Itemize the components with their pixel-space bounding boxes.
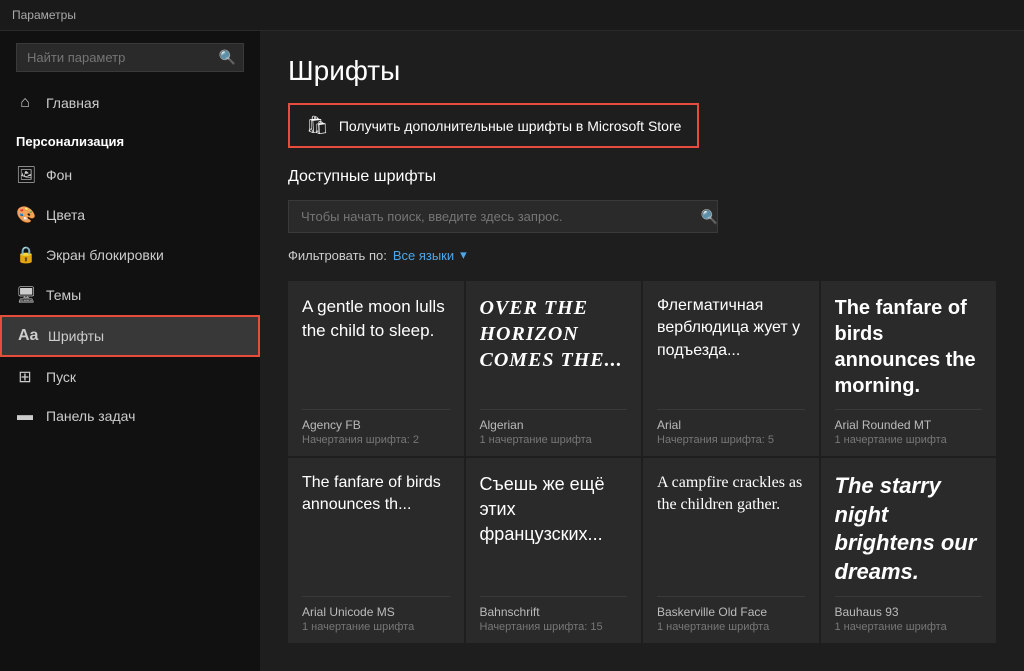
font-variants-arial: Начертания шрифта: 5	[657, 434, 805, 446]
font-meta-algerian: Algerian 1 начертание шрифта	[480, 409, 628, 446]
font-card-algerian[interactable]: OVER THE HORIZON COMES THE... Algerian 1…	[466, 281, 642, 456]
store-icon: 🛍	[306, 115, 329, 136]
font-preview-arial: Флегматичная верблюдица жует у подъезда.…	[657, 295, 805, 399]
store-button-label: Получить дополнительные шрифты в Microso…	[339, 118, 682, 134]
sidebar-search-area: 🔍	[0, 31, 260, 84]
font-variants-agency-fb: Начертания шрифта: 2	[302, 434, 450, 446]
font-variants-algerian: 1 начертание шрифта	[480, 434, 628, 446]
font-name-baskerville: Baskerville Old Face	[657, 605, 805, 619]
font-search-area: 🔍	[288, 200, 728, 233]
font-name-arial-unicode: Arial Unicode MS	[302, 605, 450, 619]
font-card-agency-fb[interactable]: A gentle moon lulls the child to sleep. …	[288, 281, 464, 456]
sidebar-themes-label: Темы	[46, 287, 81, 303]
taskbar-icon: ▬	[16, 407, 34, 425]
page-title: Шрифты	[288, 55, 996, 87]
sidebar-item-start[interactable]: ⊞ Пуск	[0, 357, 260, 397]
sidebar-item-background[interactable]: 🖼 Фон	[0, 155, 260, 195]
filter-chevron-icon[interactable]: ▾	[460, 247, 467, 263]
home-icon: ⌂	[16, 94, 34, 112]
font-name-agency-fb: Agency FB	[302, 418, 450, 432]
font-variants-arial-rounded: 1 начертание шрифта	[835, 434, 983, 446]
font-meta-agency-fb: Agency FB Начертания шрифта: 2	[302, 409, 450, 446]
title-bar-label: Параметры	[12, 8, 76, 22]
get-more-fonts-button[interactable]: 🛍 Получить дополнительные шрифты в Micro…	[288, 103, 699, 148]
font-name-arial: Arial	[657, 418, 805, 432]
lockscreen-icon: 🔒	[16, 245, 34, 265]
font-preview-arial-rounded: The fanfare of birds announces the morni…	[835, 295, 983, 399]
font-card-arial-unicode[interactable]: The fanfare of birds announces th... Ari…	[288, 458, 464, 643]
colors-icon: 🎨	[16, 205, 34, 225]
font-preview-arial-unicode: The fanfare of birds announces th...	[302, 472, 450, 586]
filter-value[interactable]: Все языки	[393, 248, 454, 263]
sidebar-lockscreen-label: Экран блокировки	[46, 247, 164, 263]
title-bar: Параметры	[0, 0, 1024, 31]
font-preview-baskerville: A campfire crackles as the children gath…	[657, 472, 805, 586]
font-card-arial[interactable]: Флегматичная верблюдица жует у подъезда.…	[643, 281, 819, 456]
sidebar-colors-label: Цвета	[46, 207, 85, 223]
sidebar-background-label: Фон	[46, 167, 72, 183]
font-meta-arial: Arial Начертания шрифта: 5	[657, 409, 805, 446]
font-card-bahnschrift[interactable]: Съешь же ещё этих французских... Bahnsch…	[466, 458, 642, 643]
font-meta-bahnschrift: Bahnschrift Начертания шрифта: 15	[480, 596, 628, 633]
font-variants-baskerville: 1 начертание шрифта	[657, 621, 805, 633]
sidebar-home-label: Главная	[46, 95, 99, 111]
font-preview-bauhaus: The starry night brightens our dreams.	[835, 472, 983, 586]
font-meta-baskerville: Baskerville Old Face 1 начертание шрифта	[657, 596, 805, 633]
font-preview-algerian: OVER THE HORIZON COMES THE...	[480, 295, 628, 399]
font-card-baskerville[interactable]: A campfire crackles as the children gath…	[643, 458, 819, 643]
sidebar: 🔍 ⌂ Главная Персонализация 🖼 Фон 🎨 Цвета…	[0, 31, 260, 671]
font-card-bauhaus[interactable]: The starry night brightens our dreams. B…	[821, 458, 997, 643]
font-grid: A gentle moon lulls the child to sleep. …	[288, 281, 996, 643]
font-name-arial-rounded: Arial Rounded MT	[835, 418, 983, 432]
font-name-algerian: Algerian	[480, 418, 628, 432]
background-icon: 🖼	[16, 165, 34, 185]
themes-icon: 🖥	[16, 285, 34, 305]
font-search-icon: 🔍	[701, 208, 718, 225]
sidebar-item-themes[interactable]: 🖥 Темы	[0, 275, 260, 315]
font-variants-arial-unicode: 1 начертание шрифта	[302, 621, 450, 633]
sidebar-item-taskbar[interactable]: ▬ Панель задач	[0, 397, 260, 435]
sidebar-taskbar-label: Панель задач	[46, 408, 135, 424]
start-icon: ⊞	[16, 367, 34, 387]
font-search-input[interactable]	[288, 200, 718, 233]
filter-label: Фильтровать по:	[288, 248, 387, 263]
font-preview-agency-fb: A gentle moon lulls the child to sleep.	[302, 295, 450, 399]
sidebar-item-lockscreen[interactable]: 🔒 Экран блокировки	[0, 235, 260, 275]
font-meta-arial-rounded: Arial Rounded MT 1 начертание шрифта	[835, 409, 983, 446]
font-meta-arial-unicode: Arial Unicode MS 1 начертание шрифта	[302, 596, 450, 633]
font-variants-bauhaus: 1 начертание шрифта	[835, 621, 983, 633]
font-meta-bauhaus: Bauhaus 93 1 начертание шрифта	[835, 596, 983, 633]
font-card-arial-rounded[interactable]: The fanfare of birds announces the morni…	[821, 281, 997, 456]
filter-row: Фильтровать по: Все языки ▾	[288, 247, 996, 263]
sidebar-fonts-label: Шрифты	[48, 328, 104, 344]
available-fonts-label: Доступные шрифты	[288, 168, 996, 186]
font-name-bauhaus: Bauhaus 93	[835, 605, 983, 619]
sidebar-item-colors[interactable]: 🎨 Цвета	[0, 195, 260, 235]
sidebar-item-home[interactable]: ⌂ Главная	[0, 84, 260, 122]
sidebar-start-label: Пуск	[46, 369, 76, 385]
font-name-bahnschrift: Bahnschrift	[480, 605, 628, 619]
font-preview-bahnschrift: Съешь же ещё этих французских...	[480, 472, 628, 586]
sidebar-search-icon: 🔍	[219, 49, 236, 66]
sidebar-search-input[interactable]	[16, 43, 244, 72]
font-variants-bahnschrift: Начертания шрифта: 15	[480, 621, 628, 633]
fonts-icon: Aa	[18, 327, 36, 345]
sidebar-item-fonts[interactable]: Aa Шрифты	[0, 315, 260, 357]
main-content: Шрифты 🛍 Получить дополнительные шрифты …	[260, 31, 1024, 671]
sidebar-section-label: Персонализация	[0, 122, 260, 155]
